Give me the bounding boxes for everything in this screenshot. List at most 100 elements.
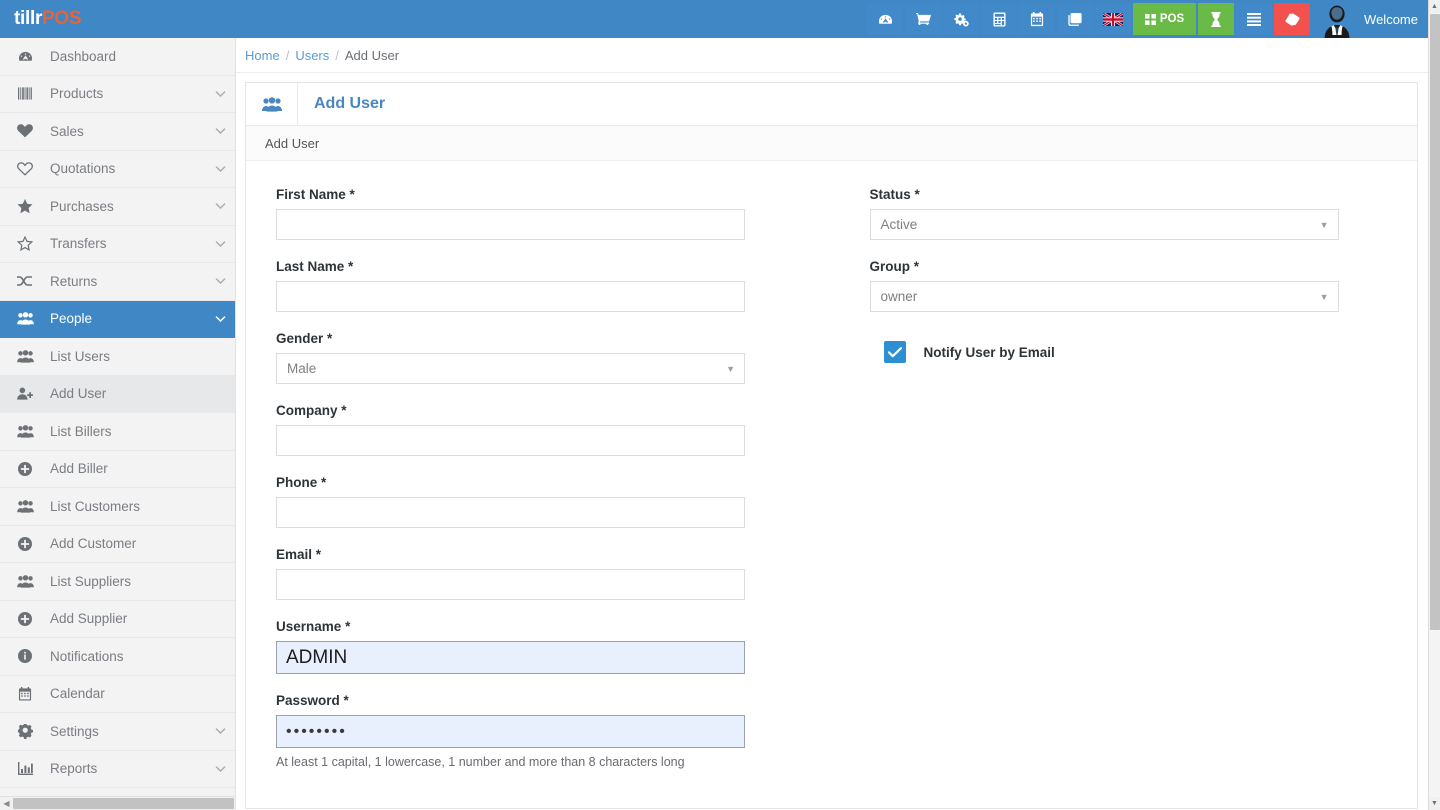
panel-title: Add User	[298, 83, 385, 125]
breadcrumb-separator-2: /	[335, 48, 339, 63]
chevron-down-icon	[205, 127, 235, 135]
password-input[interactable]	[276, 715, 745, 748]
breadcrumb-home[interactable]: Home	[245, 48, 280, 63]
status-selected-value: Active	[881, 217, 918, 232]
form-column-right: Status *Active▼Group *owner▼ Notify User…	[832, 187, 1388, 788]
avatar[interactable]	[1316, 0, 1358, 38]
field-group-email: Email *	[276, 547, 772, 600]
nav-calendar-button[interactable]	[1019, 3, 1055, 35]
notify-user-label: Notify User by Email	[924, 345, 1055, 360]
nav-list-button[interactable]	[1236, 3, 1272, 35]
chevron-down-icon: ▼	[1320, 292, 1329, 302]
nav-calculator-button[interactable]	[981, 3, 1017, 35]
users-icon	[0, 575, 50, 588]
field-group-group: Group *owner▼	[870, 259, 1388, 312]
email-input[interactable]	[276, 569, 745, 600]
sidebar-item-sales[interactable]: Sales	[0, 113, 235, 151]
nav-pos-button[interactable]: POS	[1133, 3, 1196, 35]
panel-subtitle: Add User	[246, 126, 1417, 161]
page-vertical-scrollbar[interactable]: ▲ ▼	[1428, 0, 1440, 810]
sidebar-item-label: People	[50, 311, 205, 326]
add-user-panel: Add User Add User First Name *Last Name …	[245, 82, 1418, 809]
gears-icon	[954, 12, 969, 27]
sidebar-scroll-thumb[interactable]	[13, 798, 234, 809]
label-text: Company	[276, 403, 338, 418]
required-asterisk: *	[348, 259, 353, 274]
hourglass-icon	[1210, 12, 1222, 27]
company-input[interactable]	[276, 425, 745, 456]
users-icon	[246, 83, 298, 125]
scroll-down-arrow-icon[interactable]: ▼	[1429, 797, 1440, 810]
nav-pos-label: POS	[1160, 13, 1184, 25]
sidebar-item-list-users[interactable]: List Users	[0, 338, 235, 376]
required-asterisk: *	[344, 693, 349, 708]
sidebar-item-settings[interactable]: Settings	[0, 713, 235, 751]
chevron-down-icon: ▼	[1320, 220, 1329, 230]
required-asterisk: *	[345, 619, 350, 634]
welcome-text: Welcome	[1358, 12, 1428, 27]
sidebar-item-list-suppliers[interactable]: List Suppliers	[0, 563, 235, 601]
sidebar-item-label: Products	[50, 86, 205, 101]
sidebar-item-purchases[interactable]: Purchases	[0, 188, 235, 226]
users-icon	[0, 312, 50, 325]
nav-dashboard-button[interactable]	[867, 3, 903, 35]
field-group-last-name: Last Name *	[276, 259, 772, 312]
label-status: Status *	[870, 187, 1388, 202]
label-gender: Gender *	[276, 331, 772, 346]
sidebar-item-products[interactable]: Products	[0, 76, 235, 114]
status-select[interactable]: Active ▼	[870, 209, 1339, 240]
label-text: Email	[276, 547, 312, 562]
brand-part-2: POS	[42, 8, 81, 30]
group-select[interactable]: owner▼	[870, 281, 1339, 312]
required-asterisk: *	[316, 547, 321, 562]
chevron-down-icon	[205, 202, 235, 210]
sidebar-item-transfers[interactable]: Transfers	[0, 226, 235, 264]
users-icon	[0, 500, 50, 513]
sidebar-item-label: Dashboard	[50, 49, 205, 64]
nav-eraser-button[interactable]	[1274, 3, 1310, 35]
sidebar-item-label: Calendar	[50, 686, 205, 701]
scroll-up-arrow-icon[interactable]: ▲	[1429, 0, 1440, 13]
nav-cards-button[interactable]	[1057, 3, 1093, 35]
sidebar-item-add-supplier[interactable]: Add Supplier	[0, 601, 235, 639]
sidebar-item-reports[interactable]: Reports	[0, 751, 235, 789]
sidebar-item-label: Notifications	[50, 649, 205, 664]
last-name-input[interactable]	[276, 281, 745, 312]
nav-language-button[interactable]	[1095, 3, 1131, 35]
required-asterisk: *	[321, 475, 326, 490]
brand-logo[interactable]: tillrPOS	[0, 0, 236, 38]
sidebar-item-add-user[interactable]: Add User	[0, 376, 235, 414]
sidebar-item-people[interactable]: People	[0, 301, 235, 339]
label-password: Password *	[276, 693, 772, 708]
plus-circle-icon	[0, 612, 50, 626]
label-text: First Name	[276, 187, 346, 202]
sidebar-item-dashboard[interactable]: Dashboard	[0, 38, 235, 76]
sidebar-item-quotations[interactable]: Quotations	[0, 151, 235, 189]
sidebar-item-label: List Users	[50, 349, 205, 364]
list-icon	[1247, 13, 1261, 26]
dashboard-icon	[878, 12, 893, 27]
sidebar-item-list-customers[interactable]: List Customers	[0, 488, 235, 526]
nav-hourglass-button[interactable]	[1198, 3, 1234, 35]
sidebar-item-add-customer[interactable]: Add Customer	[0, 526, 235, 564]
notify-user-checkbox[interactable]	[884, 341, 906, 363]
gender-select[interactable]: Male▼	[276, 353, 745, 384]
sidebar-item-add-biller[interactable]: Add Biller	[0, 451, 235, 489]
scroll-left-arrow-icon[interactable]: ◀	[0, 797, 13, 810]
sidebar-item-list-billers[interactable]: List Billers	[0, 413, 235, 451]
label-text: Gender	[276, 331, 323, 346]
field-group-status: Status * Active ▼	[870, 187, 1388, 240]
panel-header: Add User	[246, 83, 1417, 126]
sidebar-item-notifications[interactable]: Notifications	[0, 638, 235, 676]
sidebar-horizontal-scrollbar[interactable]: ◀	[0, 796, 236, 810]
nav-settings-gears-button[interactable]	[943, 3, 979, 35]
chevron-down-icon	[205, 727, 235, 735]
nav-cart-button[interactable]	[905, 3, 941, 35]
page-scroll-thumb[interactable]	[1430, 14, 1440, 630]
first-name-input[interactable]	[276, 209, 745, 240]
sidebar-item-returns[interactable]: Returns	[0, 263, 235, 301]
username-input[interactable]	[276, 641, 745, 674]
sidebar-item-calendar[interactable]: Calendar	[0, 676, 235, 714]
phone-input[interactable]	[276, 497, 745, 528]
breadcrumb-users[interactable]: Users	[295, 48, 329, 63]
